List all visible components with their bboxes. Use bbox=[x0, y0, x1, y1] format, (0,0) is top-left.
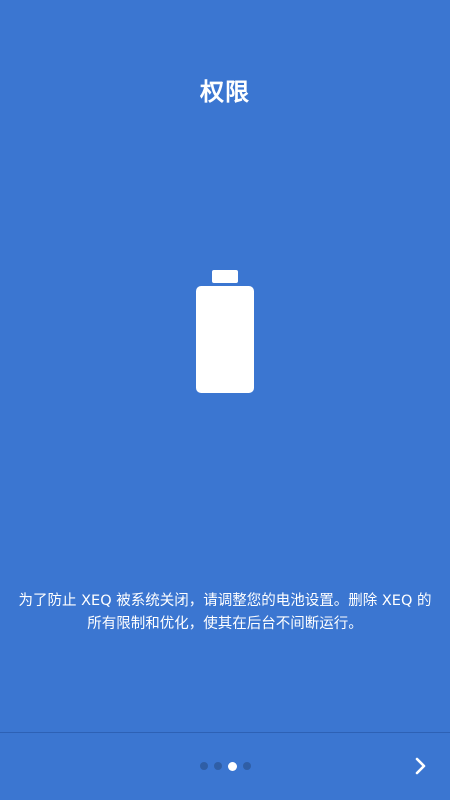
chevron-right-icon bbox=[413, 756, 429, 780]
page-dot-4 bbox=[242, 762, 251, 770]
page-dot-2 bbox=[213, 762, 222, 770]
page-title: 权限 bbox=[200, 78, 250, 106]
next-button[interactable] bbox=[406, 753, 436, 783]
page-indicator bbox=[0, 761, 450, 771]
page-dot-1 bbox=[199, 762, 208, 770]
page-dot-3-active bbox=[227, 761, 237, 771]
bottom-navigation-bar bbox=[0, 732, 450, 800]
battery-icon bbox=[195, 270, 255, 394]
description-text: 为了防止 XEQ 被系统关闭，请调整您的电池设置。删除 XEQ 的所有限制和优化… bbox=[18, 593, 432, 632]
